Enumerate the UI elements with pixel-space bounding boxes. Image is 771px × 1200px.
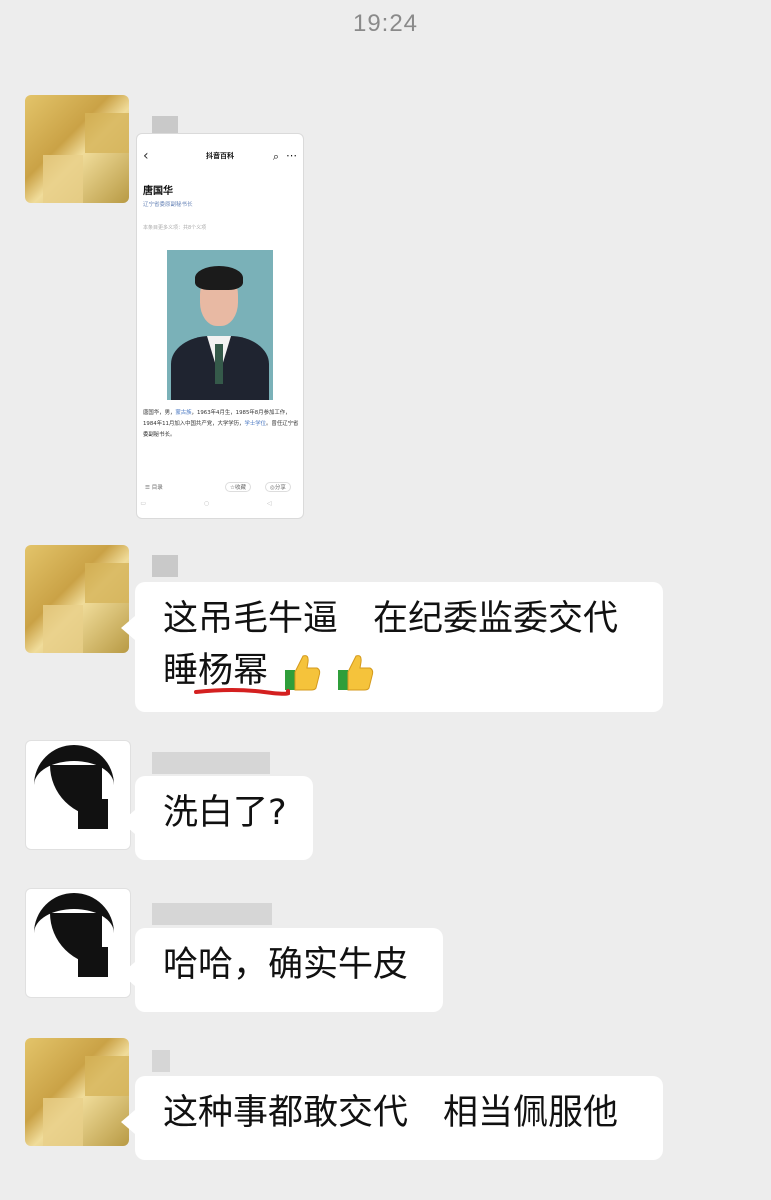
sender-name-redacted xyxy=(152,1050,170,1072)
status-bar xyxy=(137,134,303,146)
sender-name-redacted xyxy=(152,903,272,925)
person-name: 唐国华 xyxy=(143,186,173,197)
share-label: ◎分享 xyxy=(265,482,291,492)
person-role: 辽宁省委原副秘书长 xyxy=(143,202,193,208)
image-message-screenshot[interactable]: ‹ 抖音百科 ⌕ ⋯ 唐国华 辽宁省委原副秘书长 本条目更多义项：共8个义项 唐… xyxy=(136,133,304,519)
avatar[interactable] xyxy=(25,95,129,203)
message-bubble[interactable]: 哈哈，确实牛皮 xyxy=(121,928,443,1012)
favorite-label: ☆收藏 xyxy=(225,482,251,492)
avatar[interactable] xyxy=(25,888,131,998)
sender-name-redacted xyxy=(152,752,270,774)
message-bubble[interactable]: 洗白了? xyxy=(121,776,313,860)
more-icon: ⋯ xyxy=(286,149,297,162)
person-description: 唐国华，男，蒙古族，1963年4月生，1985年8月参加工作，1984年11月加… xyxy=(143,410,299,438)
entry-meta: 本条目更多义项：共8个义项 xyxy=(143,225,207,231)
search-icon: ⌕ xyxy=(272,150,279,163)
message-bubble[interactable]: 这吊毛牛逼 在纪委监委交代 睡杨幂 xyxy=(121,582,663,712)
message-text: 洗白了? xyxy=(163,793,287,833)
card-bottom-bar: ☰ 目录 ☆收藏 ◎分享 xyxy=(137,480,303,496)
message-text: 哈哈，确实牛皮 xyxy=(163,945,409,985)
message-bubble[interactable]: 这种事都敢交代 相当佩服他 xyxy=(121,1076,663,1160)
message-timestamp: 19:24 xyxy=(352,10,419,37)
message-text: 这种事都敢交代 相当佩服他 xyxy=(163,1093,619,1133)
avatar[interactable] xyxy=(25,1038,129,1146)
home-bar-icons: ▭ ○ ◁ xyxy=(140,500,300,507)
avatar[interactable] xyxy=(25,545,129,653)
sender-name-redacted xyxy=(152,555,178,577)
card-nav-bar: ‹ 抖音百科 ⌕ ⋯ xyxy=(137,146,303,172)
underlined-text: 杨幂 xyxy=(194,651,291,696)
avatar[interactable] xyxy=(25,740,131,850)
thumbs-up-icon xyxy=(338,655,374,691)
message-text: 这吊毛牛逼 在纪委监委交代 xyxy=(163,599,619,639)
contents-label: ☰ 目录 xyxy=(145,485,163,491)
message-text-line2: 睡杨幂 xyxy=(163,645,635,697)
portrait-photo xyxy=(167,250,273,400)
